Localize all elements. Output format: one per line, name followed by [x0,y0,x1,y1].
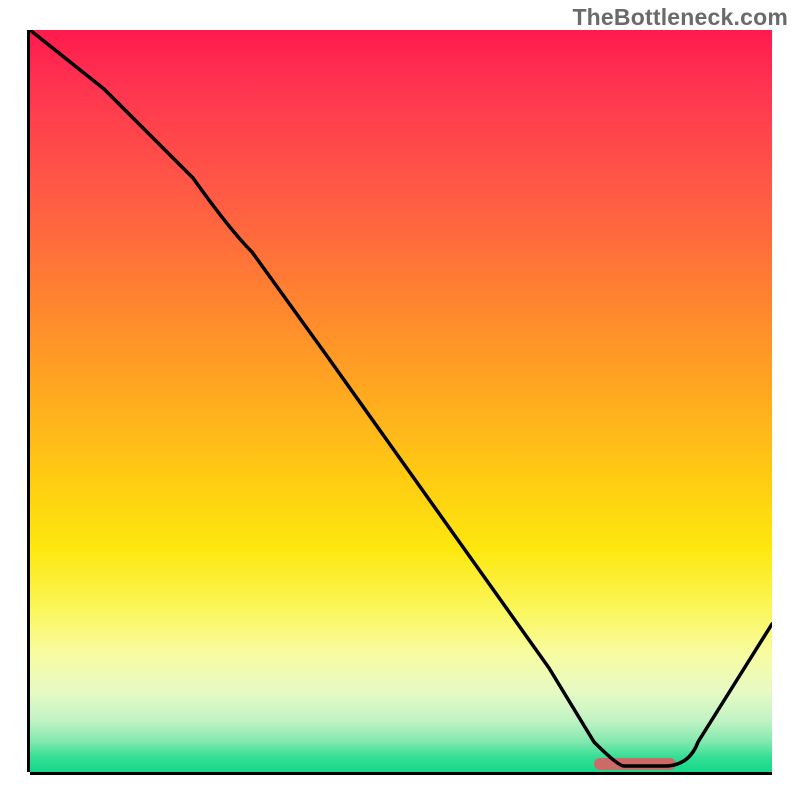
chart-container: TheBottleneck.com [0,0,800,800]
plot-area [30,30,772,772]
curve-layer [30,30,772,772]
bottleneck-curve [30,30,772,766]
